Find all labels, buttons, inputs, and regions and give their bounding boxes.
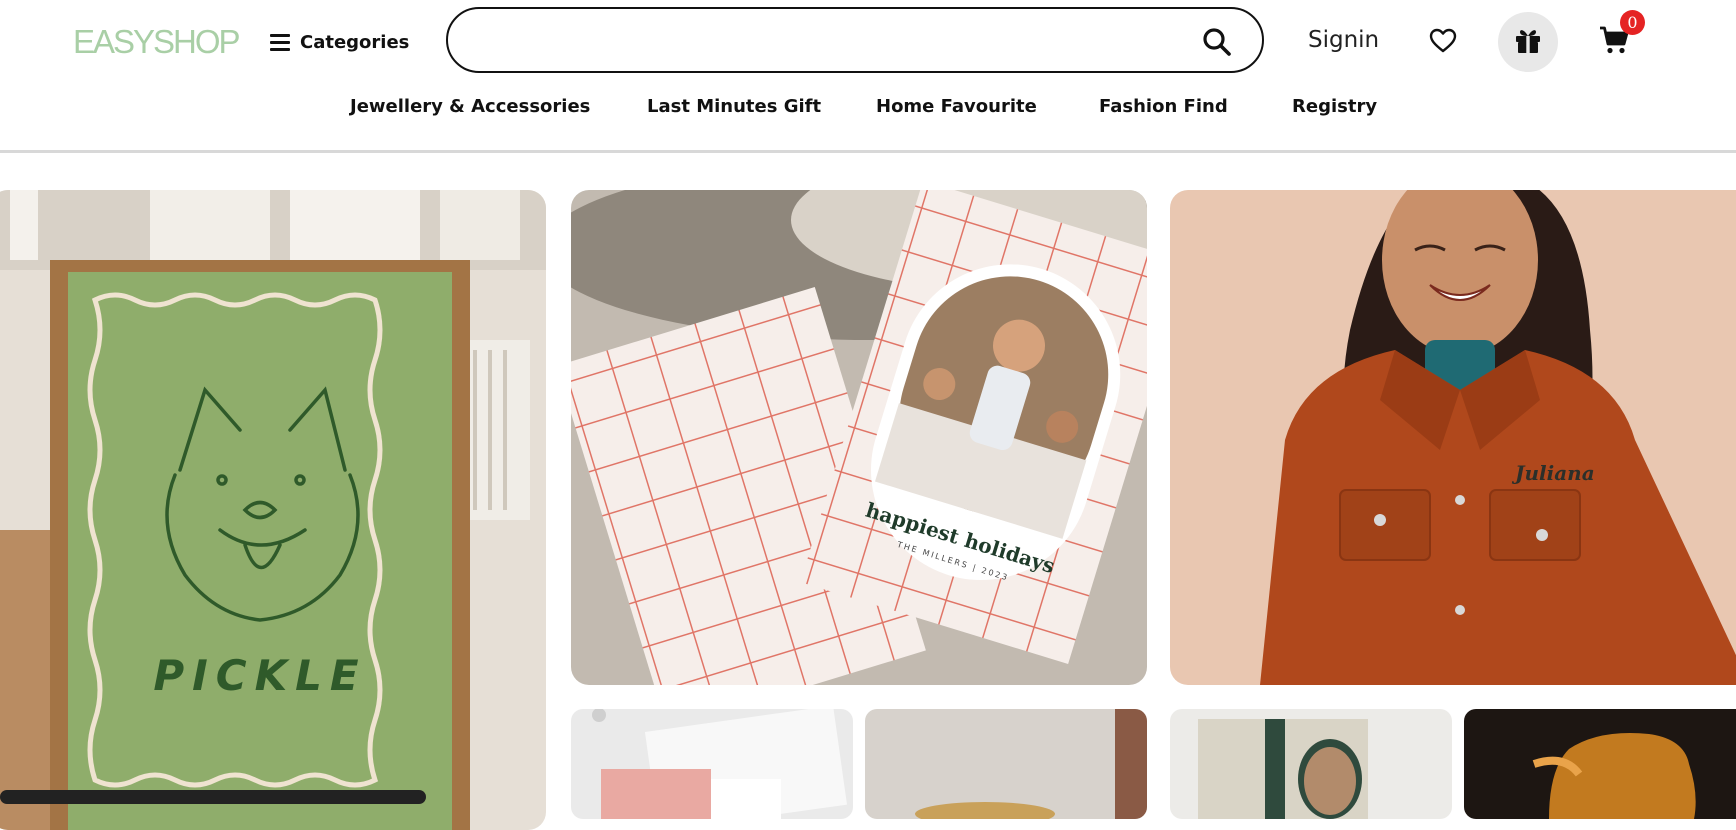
signin-link[interactable]: Signin [1308,27,1379,53]
nav-last-minutes-gift[interactable]: Last Minutes Gift [647,96,821,117]
photo-frame-image [1170,709,1452,819]
cart-count-badge: 0 [1620,10,1645,35]
kids-jacket-image: Juliana [1170,190,1736,685]
menu-icon [270,33,290,51]
nav-fashion-find[interactable]: Fashion Find [1099,96,1228,117]
poster-text: PICKLE [153,651,366,700]
search-icon[interactable] [1202,27,1232,57]
product-tile-stationery[interactable] [571,709,853,819]
nav-jewellery-accessories[interactable]: Jewellery & Accessories [350,96,590,117]
product-tile-photo-frame[interactable] [1170,709,1452,819]
product-tile-candle[interactable] [865,709,1147,819]
heart-icon[interactable] [1429,28,1457,54]
nav-home-favourite[interactable]: Home Favourite [876,96,1037,117]
nav-registry[interactable]: Registry [1292,96,1377,117]
search-box[interactable] [446,7,1264,73]
holiday-card-image: happiest holidays THE MILLERS | 2023 [571,190,1147,685]
search-input[interactable] [472,23,1196,59]
logo[interactable]: EASYSHOP [73,20,241,64]
jacket-embroidery-text: Juliana [1511,461,1595,485]
product-tile-holiday-card[interactable]: happiest holidays THE MILLERS | 2023 [571,190,1147,685]
product-tile-pet-poster[interactable]: PICKLE [0,190,546,830]
glass-jug-image [1464,709,1736,819]
categories-button[interactable]: Categories [270,26,409,58]
candle-image [865,709,1147,819]
bottom-toolbar [0,790,426,804]
gift-icon [1516,30,1540,53]
product-tile-glass-jug[interactable] [1464,709,1736,819]
pet-poster-image: PICKLE [0,190,546,830]
gift-button[interactable] [1498,12,1558,72]
categories-label: Categories [300,31,410,53]
product-tile-kids-jacket[interactable]: Juliana [1170,190,1736,685]
stationery-image [571,709,853,819]
header-divider [0,150,1736,153]
